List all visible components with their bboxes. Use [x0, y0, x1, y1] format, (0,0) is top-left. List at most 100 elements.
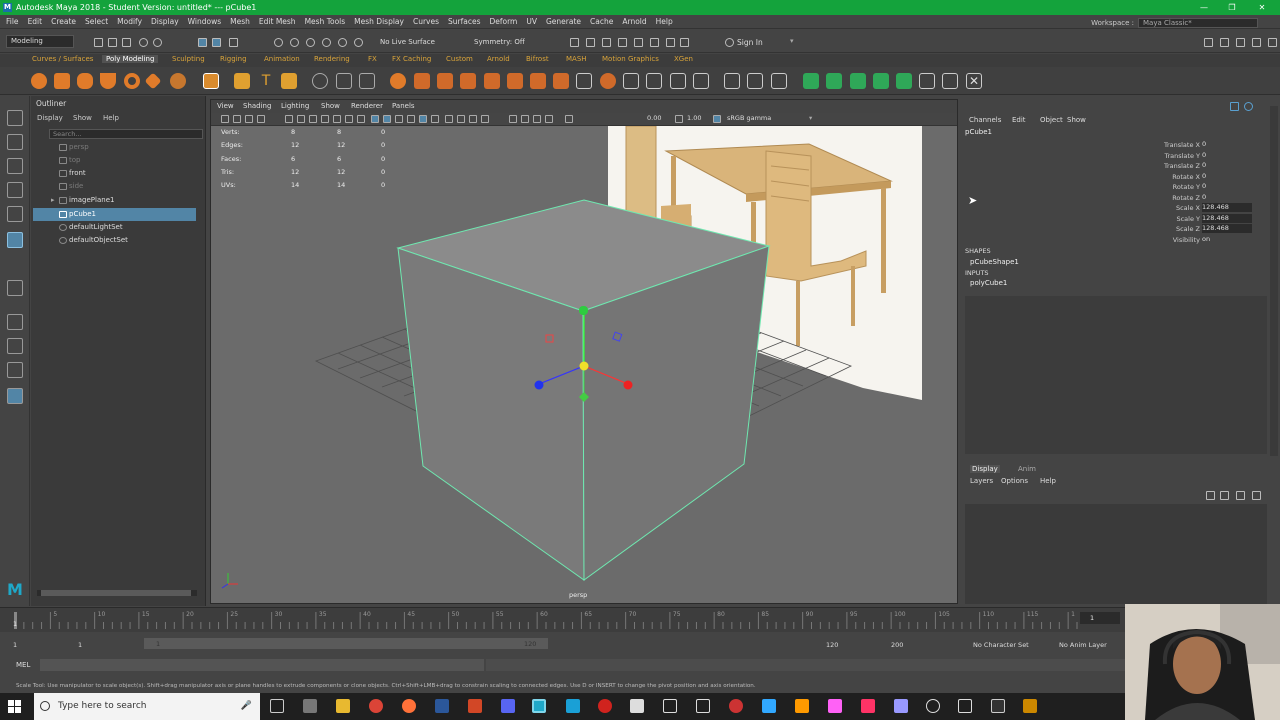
input-polycube1[interactable]: polyCube1 [970, 279, 1007, 287]
single-perspective-layout-icon[interactable] [7, 314, 23, 330]
platonic-solid-icon[interactable] [203, 73, 219, 89]
bevel-edge-icon[interactable] [646, 73, 662, 89]
animation-start-field[interactable]: 1 [13, 641, 17, 649]
channelbox-object-name[interactable]: pCube1 [965, 128, 992, 136]
shelf-tab-curves-surfaces[interactable]: Curves / Surfaces [32, 55, 93, 63]
outliner-item-defaultobjectset[interactable]: defaultObjectSet [33, 234, 196, 247]
firefox-icon[interactable] [402, 699, 416, 713]
film-gate-icon[interactable] [297, 115, 305, 123]
layer-tab-anim[interactable]: Anim [1018, 465, 1036, 473]
open-scene-icon[interactable] [108, 38, 117, 47]
inkscape-icon[interactable] [630, 699, 644, 713]
super-shape-icon[interactable] [234, 73, 250, 89]
color-management-icon[interactable] [713, 115, 721, 123]
viewport-menu-shading[interactable]: Shading [243, 102, 271, 110]
shadows-icon[interactable] [431, 115, 439, 123]
maximize-button[interactable]: ❐ [1218, 0, 1246, 15]
viewport-menu-show[interactable]: Show [321, 102, 340, 110]
menu-edit-mesh[interactable]: Edit Mesh [259, 17, 296, 26]
attr-scale-x[interactable]: Scale X 128.468 [1140, 203, 1270, 213]
channelbox-menu-object[interactable]: Object [1040, 116, 1063, 124]
depth-of-field-icon[interactable] [481, 115, 489, 123]
menu-windows[interactable]: Windows [188, 17, 221, 26]
attr-rotate-z[interactable]: Rotate Z0 [1140, 193, 1270, 203]
scale-tool-icon[interactable] [7, 232, 23, 248]
fill-hole-icon[interactable] [507, 73, 523, 89]
channelbox-settings-icon[interactable] [1244, 102, 1253, 111]
menu-cache[interactable]: Cache [590, 17, 613, 26]
microphone-icon[interactable]: 🎤 [241, 693, 252, 720]
select-by-component-icon[interactable] [229, 38, 238, 47]
attr-translate-z[interactable]: Translate Z0 [1140, 161, 1270, 171]
sign-in-chevron-icon[interactable]: ▾ [790, 37, 794, 45]
save-scene-icon[interactable] [122, 38, 131, 47]
multi-cut-icon[interactable] [576, 73, 592, 89]
layer-move-down-icon[interactable] [1220, 491, 1229, 500]
camera-attributes-icon[interactable] [233, 115, 241, 123]
poly-torus-icon[interactable] [124, 73, 140, 89]
menu-surfaces[interactable]: Surfaces [448, 17, 480, 26]
uv-toolkit-icon[interactable] [942, 73, 958, 89]
viewport-menu-view[interactable]: View [217, 102, 234, 110]
outliner-search-input[interactable]: Search... [49, 129, 203, 139]
smooth-icon[interactable] [359, 73, 375, 89]
menu-display[interactable]: Display [151, 17, 179, 26]
outliner-layout-icon[interactable] [7, 388, 23, 404]
exposure-icon[interactable] [565, 115, 573, 123]
target-weld-icon[interactable] [553, 73, 569, 89]
outliner-menu-display[interactable]: Display [37, 114, 63, 122]
menu-help[interactable]: Help [656, 17, 673, 26]
live-surface-label[interactable]: No Live Surface [380, 38, 435, 46]
bridge-icon[interactable] [437, 73, 453, 89]
windows-start-icon[interactable] [8, 700, 21, 713]
safe-action-icon[interactable] [345, 115, 353, 123]
side-tabs-strip[interactable] [1270, 106, 1278, 456]
powerpoint-icon[interactable] [468, 699, 482, 713]
shelf-tab-animation[interactable]: Animation [264, 55, 300, 63]
render-frame-icon[interactable] [586, 38, 595, 47]
delete-history-icon[interactable]: ✕ [966, 73, 982, 89]
mode-dropdown[interactable]: Modeling [6, 35, 74, 48]
shelf-tab-rendering[interactable]: Rendering [314, 55, 350, 63]
app-icon[interactable] [303, 699, 317, 713]
color-space-chevron-icon[interactable]: ▾ [809, 114, 812, 122]
shelf-tab-rigging[interactable]: Rigging [220, 55, 247, 63]
outliner-item-persp[interactable]: persp [33, 141, 196, 154]
move-tool-icon[interactable] [7, 182, 23, 198]
viewport-scene[interactable] [211, 126, 958, 604]
last-tool-icon[interactable] [7, 280, 23, 296]
attr-translate-y[interactable]: Translate Y0 [1140, 151, 1270, 161]
persp-outliner-layout-icon[interactable] [7, 362, 23, 378]
scale-x-handle[interactable] [623, 380, 633, 390]
field-chart-icon[interactable] [333, 115, 341, 123]
lightroom-icon[interactable] [828, 699, 842, 713]
use-all-lights-icon[interactable] [419, 115, 427, 123]
outliner-item-pcube1[interactable]: pCube1 [33, 208, 196, 221]
premiere-icon[interactable] [894, 699, 908, 713]
poly-plane-icon[interactable] [144, 72, 162, 90]
undo-icon[interactable] [139, 38, 148, 47]
sew-uv-icon[interactable] [850, 73, 866, 89]
four-view-layout-icon[interactable] [7, 338, 23, 354]
expand-arrow-icon[interactable]: ▸ [51, 194, 55, 207]
near-clip-value[interactable]: 0.00 [647, 114, 661, 122]
app-icon[interactable] [1023, 699, 1037, 713]
screen-space-ambient-occlusion-icon[interactable] [445, 115, 453, 123]
shelf-tab-mash[interactable]: MASH [566, 55, 587, 63]
shelf-tab-fx-caching[interactable]: FX Caching [392, 55, 431, 63]
snap-to-surface-icon[interactable] [354, 38, 363, 47]
extrude-icon[interactable] [414, 73, 430, 89]
slide-edge-icon[interactable] [693, 73, 709, 89]
scale-uniform-handle[interactable] [579, 361, 589, 371]
maya-taskbar-icon[interactable] [532, 699, 546, 713]
automatic-mapping-icon[interactable] [771, 73, 787, 89]
app-icon[interactable] [958, 699, 972, 713]
menu-arnold[interactable]: Arnold [622, 17, 646, 26]
isolate-select-icon[interactable] [509, 115, 517, 123]
motion-blur-icon[interactable] [457, 115, 465, 123]
select-by-hierarchy-icon[interactable] [198, 38, 207, 47]
safe-title-icon[interactable] [357, 115, 365, 123]
attr-rotate-x[interactable]: Rotate X0 [1140, 172, 1270, 182]
wireframe-icon[interactable] [371, 115, 379, 123]
workspace-dropdown[interactable]: Maya Classic* [1138, 17, 1258, 28]
